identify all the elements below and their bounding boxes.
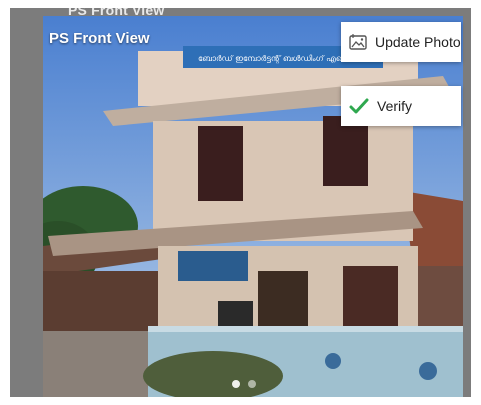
verify-button[interactable]: Verify [341,86,461,126]
carousel-dot-2[interactable] [248,380,256,388]
building-photo: ബോർഡ് ഇമ്പോർട്ടന്റ് ബൾഡിംഗ് എലെക്ഷൻ [43,16,463,397]
update-photo-button[interactable]: Update Photo [341,22,461,62]
image-upload-icon [349,33,367,51]
carousel-indicator [232,380,256,388]
photo-viewer-frame: PS Front View ബോർഡ് ഇമ്പോർട്ടന്റ് ബൾഡിംഗ… [10,8,471,397]
update-photo-label: Update Photo [375,34,461,50]
carousel-dot-1[interactable] [232,380,240,388]
front-view-photo[interactable]: ബോർഡ് ഇമ്പോർട്ടന്റ് ബൾഡിംഗ് എലെക്ഷൻ PS F… [43,16,463,397]
verify-label: Verify [377,98,413,114]
photo-title: PS Front View [49,30,150,47]
checkmark-icon [349,97,369,115]
